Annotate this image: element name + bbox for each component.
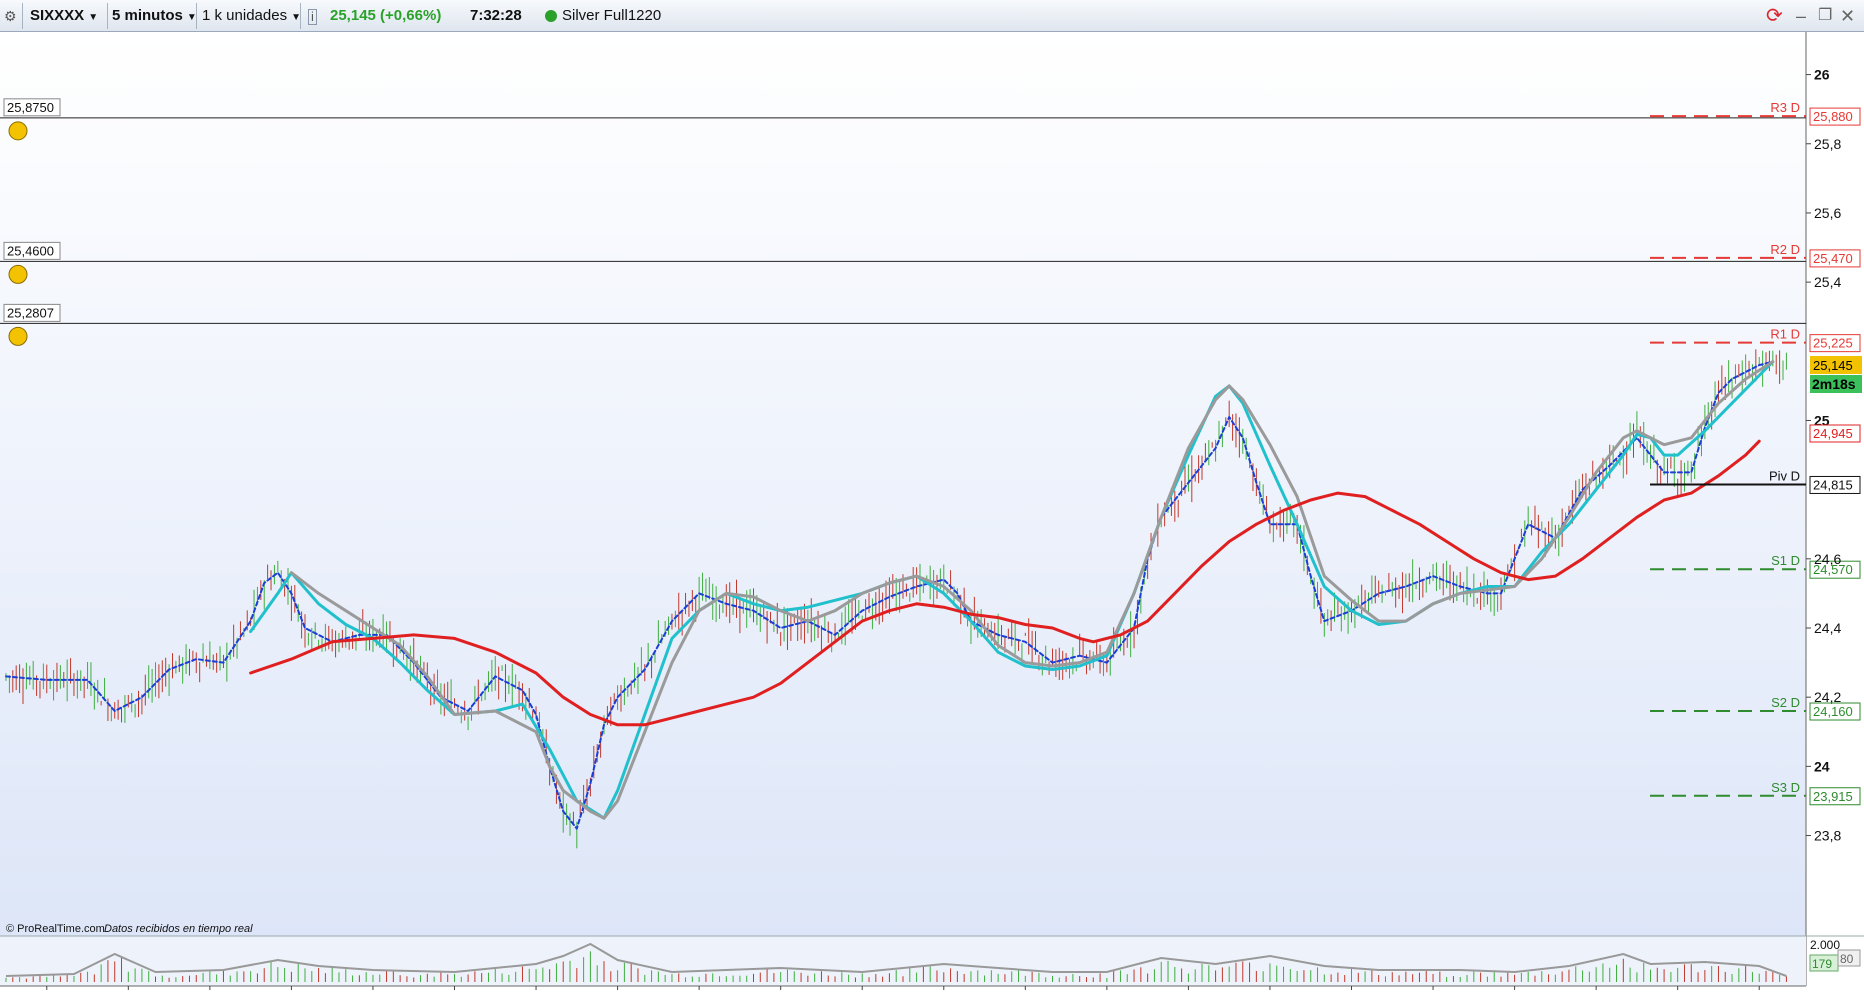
chart-background (0, 32, 1806, 936)
timeframe-label: 5 minutos (112, 7, 183, 24)
alert-price-label: 25,2807 (7, 305, 54, 320)
pivot-label: S1 D (1771, 553, 1800, 568)
divider (22, 3, 23, 29)
divider (196, 3, 197, 29)
y-tick-label: 25,6 (1814, 205, 1841, 221)
y-tick-label: 24,2 (1814, 689, 1841, 705)
bell-icon[interactable] (8, 326, 28, 346)
toolbar: ⚙ SIXXXX ▼ 5 minutos ▼ 1 k unidades ▼ i 25,… (0, 0, 1864, 32)
y-tick-label: 24 (1814, 758, 1830, 774)
price-change: 25,145 (+0,66%) (330, 7, 442, 24)
pivot-value-label: 25,880 (1813, 109, 1853, 124)
y-tick-label: 24,4 (1814, 620, 1841, 636)
account-name: Silver Full1220 (562, 7, 662, 24)
pivot-value-label: 25,225 (1813, 336, 1853, 351)
pivot-label: R3 D (1770, 100, 1800, 115)
chart-area[interactable]: 25,8750 25,4600 25,2807 R3 D 25,880 R2 D 25,4… (0, 32, 1864, 1000)
pivot-value-label: 25,470 (1813, 251, 1853, 266)
ma-value-label: 24,945 (1813, 426, 1853, 441)
settings-icon[interactable]: ⚙ (4, 4, 17, 28)
symbol-selector[interactable]: SIXXXX ▼ (30, 4, 98, 28)
y-tick-label: 25,8 (1814, 136, 1841, 152)
pivot-label: S3 D (1771, 780, 1800, 795)
units-selector[interactable]: 1 k unidades ▼ (202, 4, 301, 28)
chevron-down-icon: ▼ (88, 12, 99, 23)
bell-icon[interactable] (8, 121, 28, 141)
pivot-label: R1 D (1770, 327, 1800, 342)
time-axis-background (0, 986, 1864, 1000)
countdown-label: 2m18s (1812, 376, 1856, 392)
bell-icon[interactable] (8, 264, 28, 284)
volume-ma-label: 80 (1840, 952, 1854, 966)
copyright: © ProRealTime.com (6, 923, 105, 935)
pivot-label: S2 D (1771, 695, 1800, 710)
y-tick-label: 23,8 (1814, 828, 1841, 844)
pivot-value-label: 24,160 (1813, 704, 1853, 719)
y-tick-label: 25,4 (1814, 274, 1841, 290)
y-tick-label: 24,6 (1814, 551, 1841, 567)
units-label: 1 k unidades (202, 7, 288, 24)
symbol-label: SIXXXX (30, 7, 85, 24)
clock-time: 7:32:28 (470, 7, 522, 24)
pivot-value-label: 24,815 (1813, 477, 1853, 492)
alert-price-label: 25,8750 (7, 100, 54, 115)
divider (300, 3, 301, 29)
instrument-info-icon[interactable]: i (308, 9, 317, 25)
close-icon[interactable]: ✕ (1840, 4, 1855, 28)
price-axis-background (1806, 32, 1864, 1000)
divider (107, 3, 108, 29)
price-chart[interactable]: 25,875025,460025,2807 R3 D25,880R2 D25,4… (0, 32, 1864, 1000)
timeframe-selector[interactable]: 5 minutos ▼ (112, 4, 197, 28)
restore-icon[interactable]: ❐ (1818, 4, 1832, 28)
minimize-icon[interactable]: – (1796, 4, 1806, 28)
pivot-label: Piv D (1769, 468, 1800, 483)
sync-icon[interactable]: ⟳ (1766, 4, 1783, 28)
data-status: Datos recibidos en tiempo real (104, 923, 253, 935)
y-tick-label: 26 (1814, 67, 1830, 83)
current-price-label: 25,145 (1813, 358, 1853, 373)
volume-axis-top: 2.000 (1810, 938, 1840, 952)
pivot-label: R2 D (1770, 242, 1800, 257)
pivot-value-label: 23,915 (1813, 789, 1853, 804)
volume-current-label: 179 (1812, 957, 1832, 971)
alert-price-label: 25,4600 (7, 243, 54, 258)
connection-status-icon (545, 10, 557, 22)
